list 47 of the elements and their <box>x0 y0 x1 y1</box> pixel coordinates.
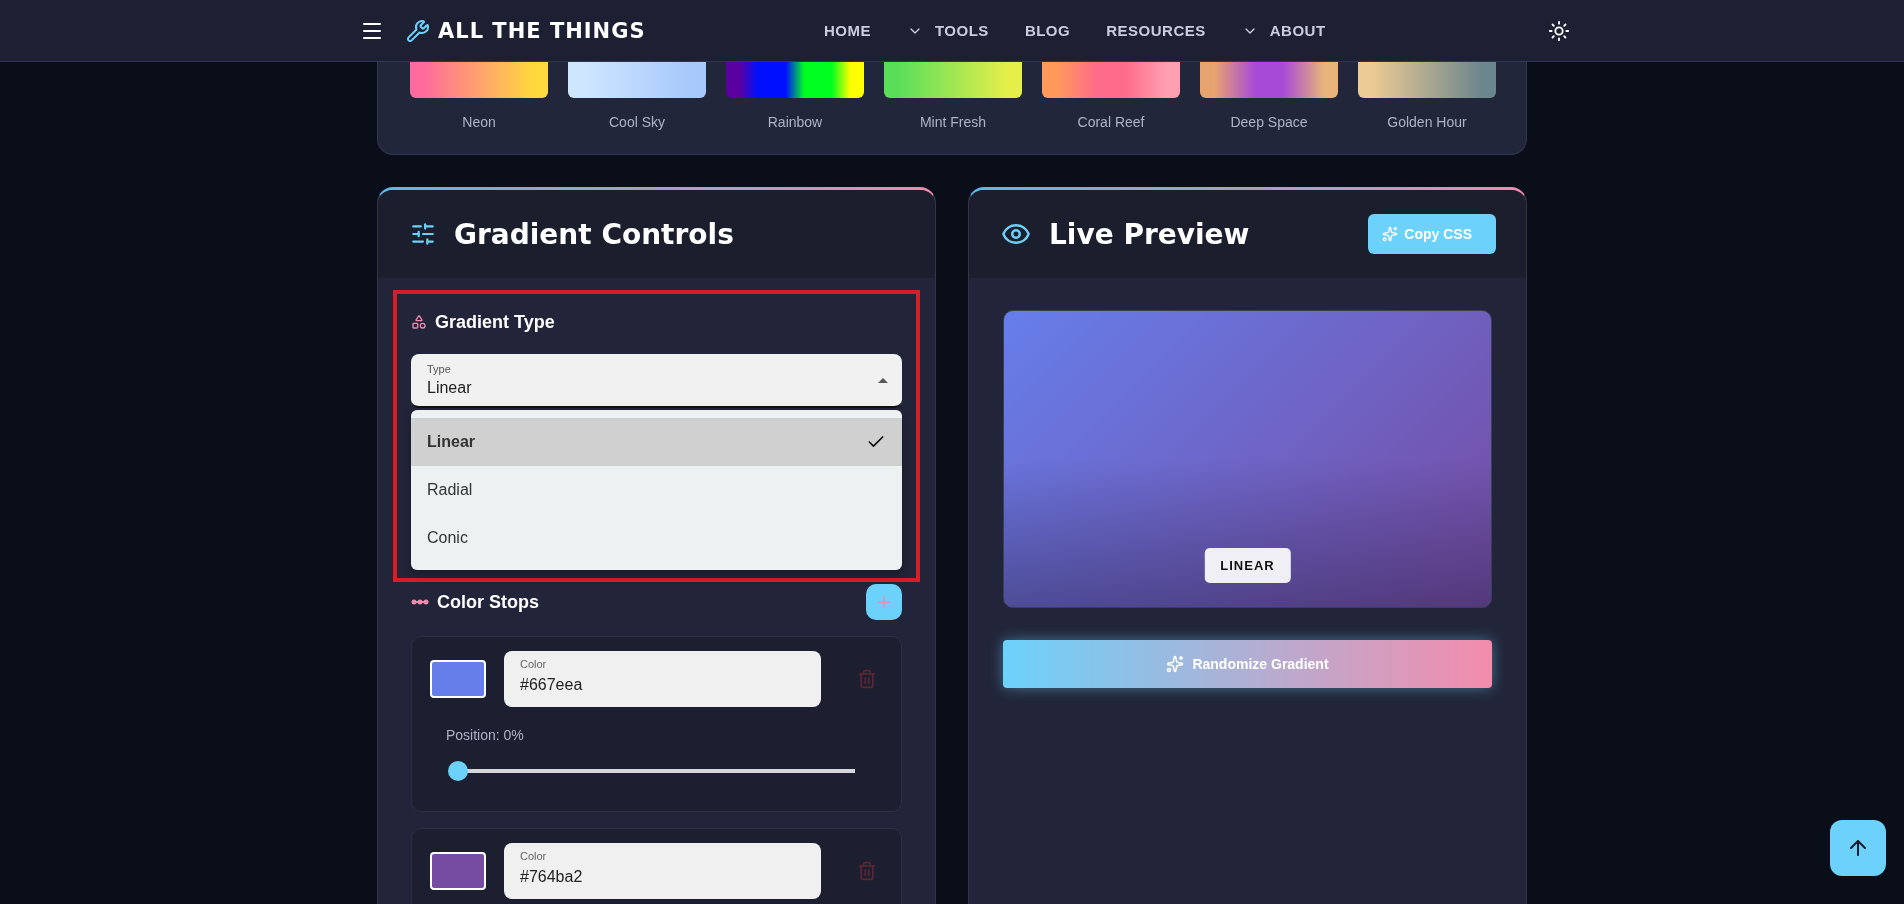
nav-link[interactable]: HOME <box>823 22 871 39</box>
preset-swatch[interactable] <box>884 62 1022 98</box>
sparkles-icon <box>1166 655 1185 673</box>
brand-logo[interactable]: ALL THE THINGS <box>406 18 646 43</box>
preset-name: Coral Reef <box>1077 114 1145 130</box>
color-swatch[interactable] <box>430 852 486 890</box>
nav-link[interactable]: RESOURCES <box>1106 22 1206 39</box>
preset-name: Mint Fresh <box>919 114 987 130</box>
type-select[interactable]: Type Linear <box>411 354 902 408</box>
nav-link[interactable]: BLOG <box>1024 22 1071 39</box>
preset-name: Neon <box>462 114 496 130</box>
preset-name: Deep Space <box>1230 114 1308 130</box>
preset-name: Rainbow <box>767 114 823 130</box>
preset-swatch[interactable] <box>1200 62 1338 98</box>
shapes-icon <box>411 314 427 330</box>
sparkles-icon <box>1382 226 1399 242</box>
panel-title: Live Preview <box>1049 217 1250 251</box>
trash-icon <box>857 669 877 689</box>
trash-icon <box>857 861 877 881</box>
color-field[interactable]: Color #764ba2 <box>504 843 821 899</box>
section-title: Color Stops <box>437 591 539 613</box>
menu-option[interactable]: Linear <box>411 418 902 466</box>
preset-swatch[interactable] <box>568 62 706 98</box>
nav-link[interactable]: ABOUT <box>1241 22 1326 39</box>
preset-swatch[interactable] <box>1042 62 1180 98</box>
type-badge: LINEAR <box>1204 548 1291 583</box>
add-stop-button[interactable] <box>866 584 902 620</box>
wrench-icon <box>406 18 430 43</box>
preset-swatch[interactable] <box>726 62 864 98</box>
nav-link[interactable]: TOOLS <box>906 22 989 39</box>
preset-swatch[interactable] <box>1358 62 1496 98</box>
panel-title: Gradient Controls <box>454 217 734 251</box>
color-swatch[interactable] <box>430 660 486 698</box>
position-label: Position: 0% <box>446 727 525 743</box>
preset-swatch[interactable] <box>410 62 548 98</box>
dots-icon <box>411 598 429 606</box>
sliders-icon <box>410 221 436 247</box>
slider-thumb[interactable] <box>448 761 468 781</box>
preset-name: Golden Hour <box>1387 114 1467 130</box>
scroll-top-button[interactable] <box>1830 820 1886 876</box>
section-title: Gradient Type <box>435 311 555 333</box>
menu-option[interactable]: Radial <box>411 466 902 514</box>
color-field[interactable]: Color #667eea <box>504 651 821 707</box>
menu-option[interactable]: Conic <box>411 514 902 562</box>
sun-icon <box>1548 19 1570 42</box>
plus-icon <box>875 593 893 611</box>
preset-name: Cool Sky <box>609 114 665 130</box>
